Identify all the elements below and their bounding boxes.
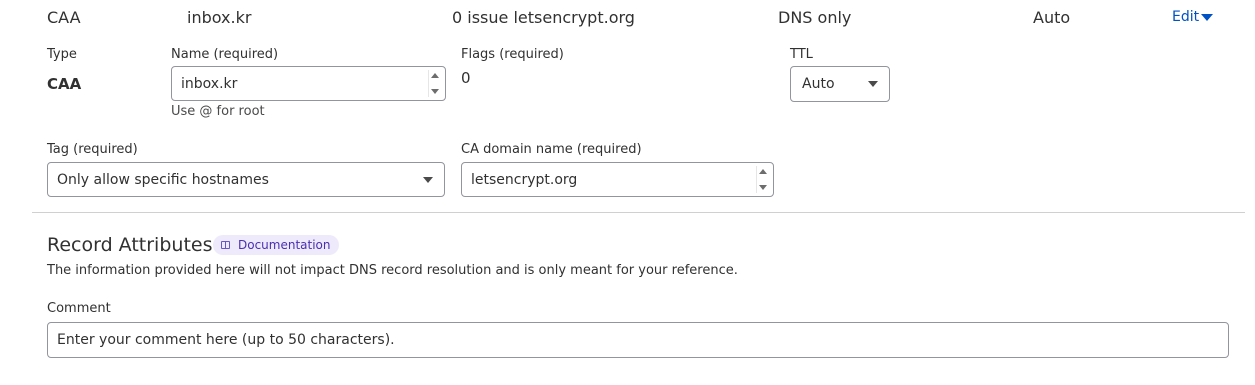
tag-select-value: Only allow specific hostnames <box>57 171 269 188</box>
documentation-link[interactable]: Documentation <box>213 235 339 255</box>
comment-input[interactable]: Enter your comment here (up to 50 charac… <box>47 322 1229 358</box>
ca-domain-spinner[interactable] <box>756 166 769 193</box>
tag-select[interactable]: Only allow specific hostnames <box>47 162 445 197</box>
book-icon <box>221 241 230 249</box>
chevron-down-icon <box>423 176 433 183</box>
documentation-label: Documentation <box>238 238 331 252</box>
comment-placeholder: Enter your comment here (up to 50 charac… <box>57 332 395 348</box>
chevron-down-icon <box>868 81 878 87</box>
spin-up-icon[interactable] <box>431 73 439 78</box>
comment-label: Comment <box>47 301 111 316</box>
name-label: Name (required) <box>171 47 279 62</box>
record-proxy-status-cell: DNS only <box>778 8 852 27</box>
section-divider <box>32 212 1245 213</box>
ttl-select[interactable]: Auto <box>790 66 890 102</box>
ca-domain-label: CA domain name (required) <box>461 142 642 157</box>
name-input[interactable]: inbox.kr <box>171 66 446 101</box>
record-type-cell: CAA <box>47 8 81 27</box>
ca-domain-input[interactable]: letsencrypt.org <box>461 162 774 197</box>
record-ttl-cell: Auto <box>1033 8 1071 27</box>
edit-label: Edit <box>1172 9 1200 25</box>
ca-domain-input-value: letsencrypt.org <box>471 171 578 188</box>
record-content-cell: 0 issue letsencrypt.org <box>452 8 635 27</box>
name-help-text: Use @ for root <box>171 104 265 119</box>
attributes-description: The information provided here will not i… <box>47 263 738 278</box>
spin-down-icon[interactable] <box>759 185 767 190</box>
type-label: Type <box>47 47 77 62</box>
flags-value: 0 <box>461 69 471 87</box>
caret-down-icon <box>1201 14 1214 21</box>
tag-label: Tag (required) <box>47 142 138 157</box>
spin-down-icon[interactable] <box>431 89 439 94</box>
record-name-cell: inbox.kr <box>187 8 252 27</box>
type-value: CAA <box>47 75 82 93</box>
ttl-label: TTL <box>790 47 813 62</box>
record-attributes-title: Record Attributes <box>47 234 213 256</box>
spin-up-icon[interactable] <box>759 169 767 174</box>
name-input-value: inbox.kr <box>181 75 238 92</box>
flags-label: Flags (required) <box>461 47 564 62</box>
edit-button[interactable]: Edit <box>1172 9 1214 25</box>
ttl-select-value: Auto <box>802 76 835 92</box>
name-spinner[interactable] <box>428 70 441 97</box>
